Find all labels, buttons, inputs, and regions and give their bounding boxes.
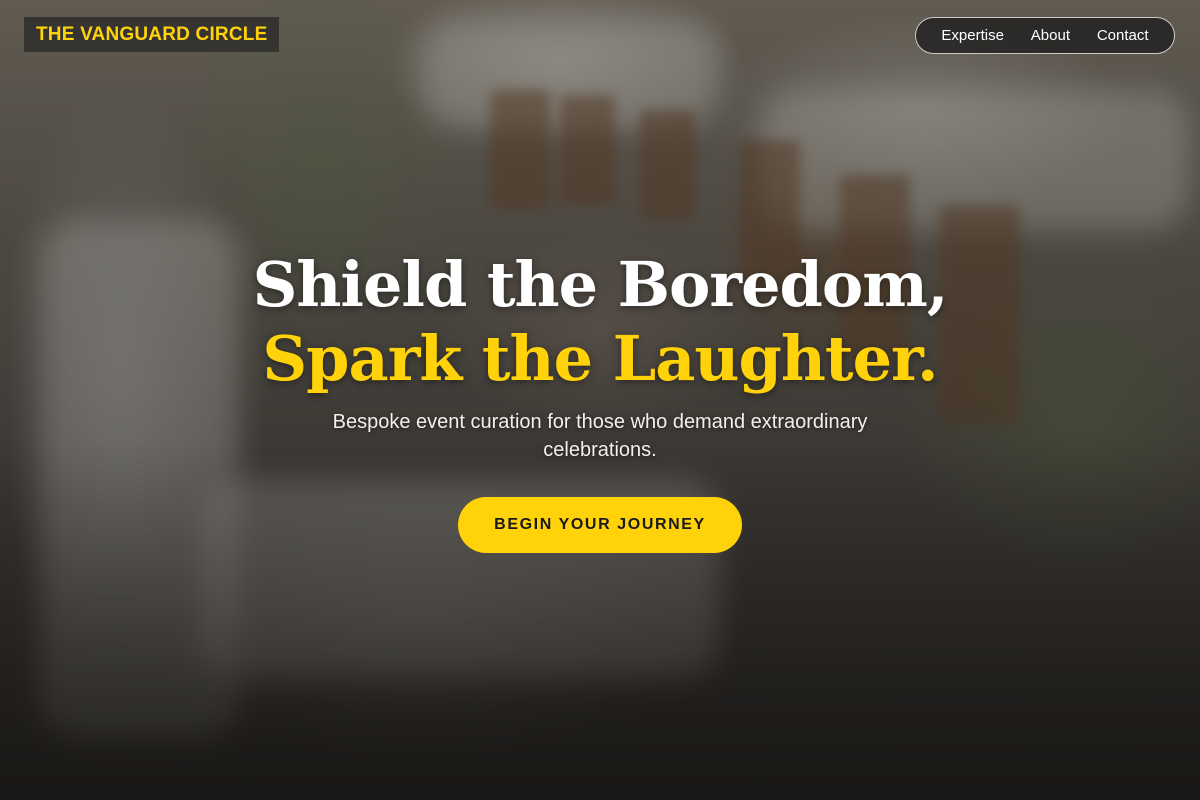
- nav-item-about[interactable]: About: [1031, 27, 1070, 44]
- nav-item-contact[interactable]: Contact: [1097, 27, 1149, 44]
- headline-line-2: Spark the Laughter.: [262, 322, 938, 395]
- begin-journey-button[interactable]: BEGIN YOUR JOURNEY: [458, 497, 742, 553]
- top-navigation: Expertise About Contact: [915, 17, 1175, 54]
- hero-section: Shield the Boredom, Spark the Laughter. …: [0, 248, 1200, 553]
- hero-subtitle: Bespoke event curation for those who dem…: [332, 411, 868, 461]
- hero-headline: Shield the Boredom, Spark the Laughter.: [0, 248, 1200, 396]
- headline-line-1: Shield the Boredom,: [252, 248, 949, 321]
- nav-item-expertise[interactable]: Expertise: [941, 27, 1004, 44]
- brand-logo[interactable]: THE VANGUARD CIRCLE: [24, 17, 280, 52]
